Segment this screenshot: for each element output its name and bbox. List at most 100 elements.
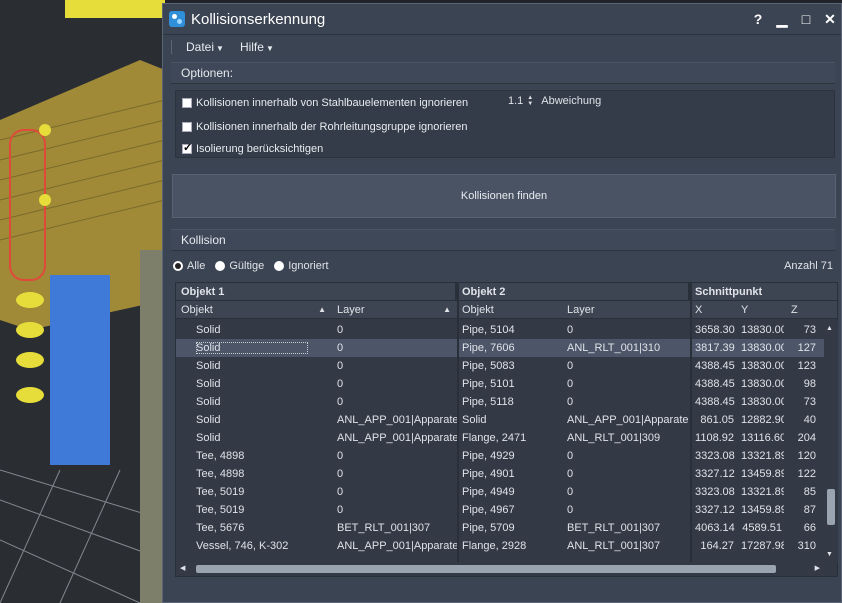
find-collisions-button[interactable]: Kollisionen finden — [172, 174, 836, 218]
table-row[interactable]: Solid ANL_APP_001|Apparate Flange, 2471 ANL… — [176, 429, 824, 447]
menu-datei-label: Datei — [186, 39, 215, 54]
cell-layer1: 0 — [337, 486, 344, 498]
filter-ignored-label[interactable]: Ignoriert — [288, 260, 328, 272]
minimize-icon[interactable]: ▁ — [771, 8, 793, 30]
cell-x: 3327.12 — [695, 504, 735, 516]
col-x[interactable]: X — [690, 301, 736, 318]
title-bar[interactable]: Kollisionserkennung ? ▁ □ ✕ — [163, 4, 841, 34]
horizontal-scrollbar[interactable]: ◀ ▶ — [176, 562, 824, 576]
ignore-pipe-group-option[interactable]: Kollisionen innerhalb der Rohrleitungsgr… — [182, 118, 468, 136]
col-y[interactable]: Y — [736, 301, 786, 318]
cell-layer1: 0 — [337, 450, 344, 462]
cell-y: 13830.00 — [741, 360, 784, 372]
options-header: Optionen: — [171, 62, 835, 84]
spinner-arrows-icon[interactable]: ▲ ▼ — [527, 95, 533, 107]
col-object2[interactable]: Objekt — [457, 301, 562, 318]
group-intersection: Schnittpunkt — [695, 285, 763, 298]
menu-hilfe[interactable]: Hilfe ▼ — [232, 40, 282, 54]
menu-bar: Datei ▼ Hilfe ▼ — [163, 34, 841, 58]
cell-object1: Vessel, 746, K-302 — [196, 540, 289, 552]
cell-y: 17287.98 — [741, 540, 784, 552]
col-layer1[interactable]: Layer ▲ — [332, 301, 457, 318]
horizontal-scroll-thumb[interactable] — [196, 565, 776, 573]
filter-all-label[interactable]: Alle — [187, 260, 205, 272]
scroll-up-icon[interactable]: ▲ — [826, 325, 833, 332]
cell-layer1: 0 — [337, 324, 344, 336]
ignore-steel-option[interactable]: Kollisionen innerhalb von Stahlbauelemen… — [182, 94, 468, 112]
cell-y: 13830.00 — [741, 396, 784, 408]
cell-object2: Pipe, 5104 — [462, 324, 515, 336]
cell-object2: Solid — [462, 414, 487, 426]
deviation-spinner[interactable]: 1.1 ▲ ▼ Abweichung — [508, 95, 601, 107]
table-row[interactable]: Vessel, 746, K-302 ANL_APP_001|Apparate Fl… — [176, 537, 824, 555]
filter-ignored-radio[interactable] — [274, 261, 285, 271]
table-row[interactable]: Solid 0 Pipe, 5104 0 3658.30 13830.00 73 — [176, 321, 824, 339]
scroll-right-icon[interactable]: ▶ — [815, 564, 820, 572]
filter-row: Alle Gültige Ignoriert Anzahl 71 — [173, 257, 837, 275]
cell-object2: Pipe, 4949 — [462, 486, 515, 498]
cell-layer1: 0 — [337, 360, 344, 372]
cell-object1: Tee, 5019 — [196, 504, 245, 516]
help-icon[interactable]: ? — [747, 8, 769, 30]
table-row[interactable]: Tee, 5019 0 Pipe, 4967 0 3327.12 13459.89 87 — [176, 501, 824, 519]
scroll-left-icon[interactable]: ◀ — [180, 564, 185, 572]
col-z[interactable]: Z — [786, 301, 816, 318]
ignore-steel-checkbox[interactable] — [182, 98, 192, 108]
close-icon[interactable]: ✕ — [819, 8, 841, 30]
cell-x: 4063.14 — [695, 522, 735, 534]
cell-z: 123 — [797, 360, 816, 372]
cell-z: 310 — [797, 540, 816, 552]
column-divider — [690, 283, 692, 562]
cell-layer1: ANL_APP_001|Apparate — [337, 414, 457, 426]
cell-object1: Solid — [176, 342, 332, 354]
cell-z: 87 — [803, 504, 816, 516]
cell-x: 4388.45 — [695, 378, 735, 390]
cell-z: 73 — [803, 396, 816, 408]
collision-table: Objekt 1 Objekt 2 Schnittpunkt Objekt ▲ L… — [175, 282, 838, 577]
window-title: Kollisionserkennung — [191, 10, 326, 28]
cell-x: 4388.45 — [695, 360, 735, 372]
filter-valid-radio[interactable] — [215, 261, 226, 271]
maximize-icon[interactable]: □ — [795, 8, 817, 30]
table-row[interactable]: Solid 0 Pipe, 5083 0 4388.45 13830.00 123 — [176, 357, 824, 375]
cell-object1: Tee, 5019 — [196, 486, 245, 498]
collision-dialog: Kollisionserkennung ? ▁ □ ✕ Datei ▼ Hilfe… — [162, 3, 842, 603]
scroll-down-icon[interactable]: ▼ — [826, 551, 833, 558]
cell-x: 861.05 — [700, 414, 734, 426]
table-row[interactable]: Tee, 4898 0 Pipe, 4901 0 3327.12 13459.89 122 — [176, 465, 824, 483]
cell-z: 73 — [803, 324, 816, 336]
table-row[interactable]: Tee, 5019 0 Pipe, 4949 0 3323.08 13321.89 85 — [176, 483, 824, 501]
filter-all-radio[interactable] — [173, 261, 183, 271]
cell-layer1: 0 — [337, 504, 344, 516]
cell-object1: Solid — [196, 432, 221, 444]
collision-count: Anzahl 71 — [784, 260, 833, 272]
cell-x: 3817.39 — [695, 342, 735, 354]
cell-layer2: 0 — [567, 504, 574, 516]
table-row[interactable]: Solid 0 Pipe, 5118 0 4388.45 13830.00 73 — [176, 393, 824, 411]
insulation-option[interactable]: Isolierung berücksichtigen — [182, 140, 323, 158]
table-row[interactable]: Solid 0 Pipe, 5101 0 4388.45 13830.00 98 — [176, 375, 824, 393]
table-body: Solid 0 Pipe, 5104 0 3658.30 13830.00 73 Solid 0… — [176, 321, 824, 562]
cell-object2: Pipe, 7606 — [462, 342, 515, 354]
table-row[interactable]: Tee, 5676 BET_RLT_001|307 Pipe, 5709 BET_RL… — [176, 519, 824, 537]
filter-valid-label[interactable]: Gültige — [229, 260, 264, 272]
vertical-scrollbar[interactable]: ▲ ▼ — [824, 321, 838, 562]
cell-layer1: 0 — [337, 468, 344, 480]
col-layer2[interactable]: Layer — [562, 301, 690, 318]
cell-object2: Pipe, 4901 — [462, 468, 515, 480]
ignore-pipe-group-checkbox[interactable] — [182, 122, 192, 132]
table-row[interactable]: Solid 0 Pipe, 7606 ANL_RLT_001|310 3817.39 13… — [176, 339, 824, 357]
insulation-label: Isolierung berücksichtigen — [196, 143, 324, 155]
col-object1[interactable]: Objekt ▲ — [176, 301, 332, 318]
selected-cell: Solid — [196, 342, 309, 354]
table-row[interactable]: Solid ANL_APP_001|Apparate Solid ANL_APP_00… — [176, 411, 824, 429]
menu-datei[interactable]: Datei ▼ — [178, 40, 232, 54]
cell-layer2: 0 — [567, 378, 574, 390]
cell-x: 4388.45 — [695, 396, 735, 408]
deviation-value[interactable]: 1.1 — [508, 95, 523, 107]
insulation-checkbox[interactable] — [182, 141, 192, 154]
cell-layer1: 0 — [337, 396, 344, 408]
table-row[interactable]: Tee, 4898 0 Pipe, 4929 0 3323.08 13321.89 120 — [176, 447, 824, 465]
vertical-scroll-thumb[interactable] — [827, 489, 835, 525]
cell-z: 204 — [797, 432, 816, 444]
